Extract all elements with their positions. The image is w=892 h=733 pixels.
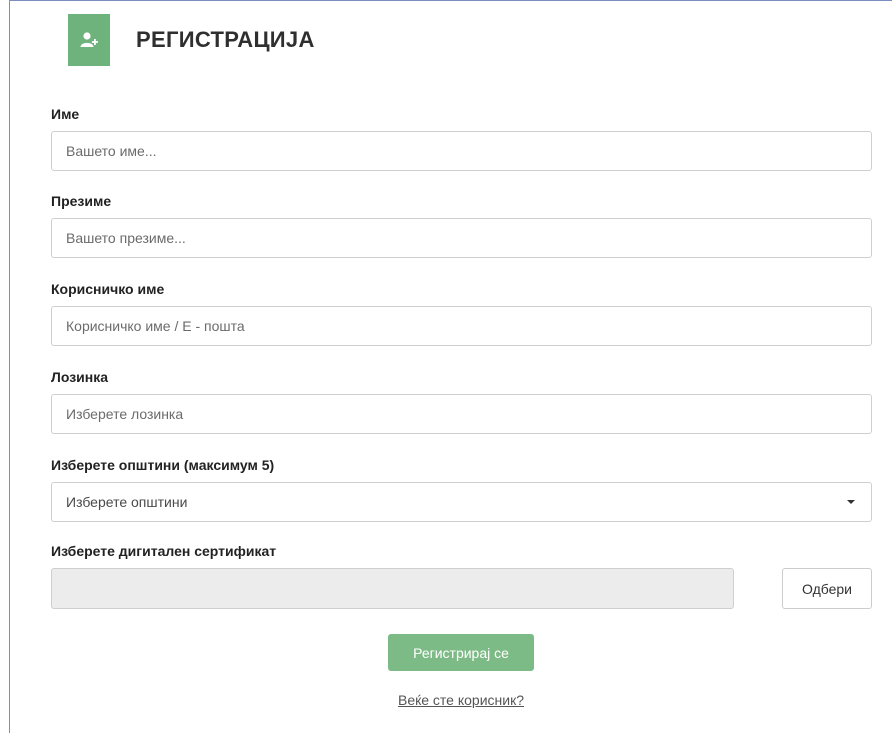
- page-title: РЕГИСТРАЦИЈА: [136, 27, 315, 52]
- register-button[interactable]: Регистрирај се: [388, 634, 534, 671]
- username-input[interactable]: [51, 306, 872, 346]
- registration-page: РЕГИСТРАЦИЈА Име Презиме Корисничко име …: [0, 0, 892, 733]
- password-input[interactable]: [51, 394, 872, 434]
- municipalities-select-value: Изберете општини: [66, 494, 188, 510]
- municipalities-select[interactable]: Изберете општини: [51, 482, 872, 522]
- header-icon-box: [68, 14, 110, 66]
- certificate-label: Изберете дигитален сертификат: [51, 543, 277, 559]
- browse-certificate-button[interactable]: Одбери: [782, 568, 872, 609]
- page-header: РЕГИСТРАЦИЈА: [68, 14, 315, 66]
- last-name-input[interactable]: [51, 218, 872, 258]
- first-name-label: Име: [51, 106, 80, 122]
- username-label: Корисничко име: [51, 281, 165, 297]
- certificate-file-field: [51, 568, 734, 609]
- frame-border-top: [9, 0, 892, 1]
- frame-border-left: [9, 0, 10, 733]
- municipalities-label: Изберете општини (максимум 5): [51, 457, 275, 473]
- last-name-label: Презиме: [51, 193, 112, 209]
- add-user-icon: [80, 32, 98, 47]
- password-label: Лозинка: [51, 369, 109, 385]
- existing-user-link[interactable]: Веќе сте корисник?: [0, 692, 892, 708]
- caret-down-icon: [847, 500, 855, 504]
- first-name-input[interactable]: [51, 131, 872, 171]
